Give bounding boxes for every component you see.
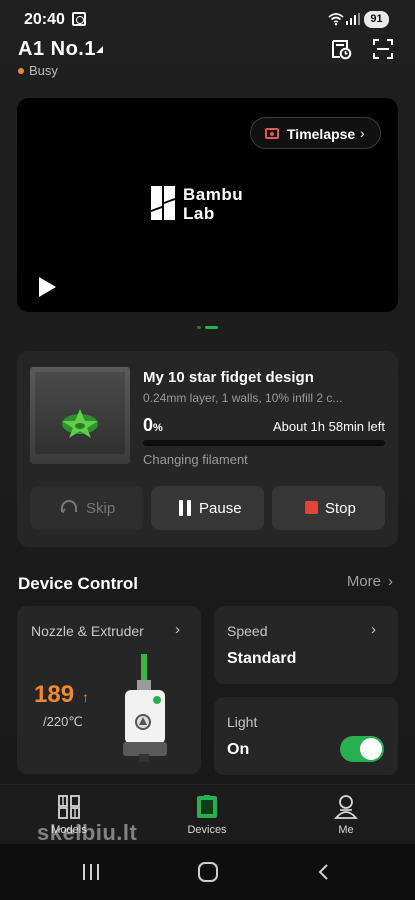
status-bar: 20:40 91 <box>0 0 415 38</box>
scan-icon[interactable] <box>372 38 394 60</box>
caret-down-icon[interactable] <box>96 46 103 53</box>
bambu-logo-icon <box>151 186 175 220</box>
nozzle-label: Nozzle & Extruder <box>31 623 144 639</box>
time-remaining: About 1h 58min left <box>272 419 385 434</box>
play-icon[interactable] <box>39 277 56 297</box>
stop-label: Stop <box>325 500 356 517</box>
nav-me[interactable]: Me <box>291 785 401 845</box>
timelapse-button[interactable]: Timelapse › <box>250 117 381 149</box>
light-tile: Light On <box>214 697 398 775</box>
skip-label: Skip <box>86 500 116 517</box>
light-value: On <box>227 741 250 758</box>
screen-record-icon <box>72 12 86 26</box>
progress-value: 0 <box>143 415 154 435</box>
profile-icon <box>334 795 358 819</box>
toggle-knob <box>360 738 382 760</box>
timelapse-label: Timelapse <box>287 126 356 142</box>
chevron-right-icon: › <box>371 621 376 638</box>
bambu-lab-logo: Bambu Lab <box>151 186 267 224</box>
chevron-right-icon: › <box>360 125 365 141</box>
nav-devices-label: Devices <box>187 824 227 836</box>
status-dot <box>18 68 24 74</box>
progress-bar <box>143 440 385 446</box>
progress-percent: 0% <box>143 415 163 436</box>
watermark: skelbiu.lt <box>37 820 138 845</box>
light-label: Light <box>227 714 258 730</box>
extruder-icon <box>123 654 167 762</box>
recents-icon[interactable] <box>83 864 103 880</box>
device-selector[interactable]: A1 No.1 <box>18 38 96 61</box>
model-preview-icon <box>62 409 98 438</box>
speed-value: Standard <box>227 650 297 667</box>
device-status: Busy <box>29 63 58 78</box>
pager-dot-active[interactable] <box>205 326 218 329</box>
chevron-right-icon: › <box>388 573 393 590</box>
nav-devices[interactable]: Devices <box>152 785 262 845</box>
job-title: My 10 star fidget design <box>143 369 314 386</box>
more-label: More <box>346 573 381 590</box>
chevron-right-icon: › <box>175 621 180 638</box>
battery-indicator: 91 <box>364 11 389 28</box>
pause-icon <box>179 500 192 516</box>
signal-icon <box>346 13 360 25</box>
devices-icon <box>197 795 217 818</box>
progress-unit: % <box>153 422 163 434</box>
speed-label: Speed <box>227 623 268 639</box>
skip-icon <box>60 500 77 514</box>
print-thumbnail <box>30 367 130 464</box>
pause-button[interactable]: Pause <box>151 486 264 530</box>
print-job-card: My 10 star fidget design 0.24mm layer, 1… <box>17 351 398 547</box>
heating-arrow-icon: ↑ <box>82 689 89 705</box>
video-camera-icon <box>265 128 279 139</box>
system-nav-bar <box>0 844 415 900</box>
nozzle-target-temp: /220℃ <box>43 714 83 729</box>
home-icon[interactable] <box>198 862 218 882</box>
status-time: 20:40 <box>24 11 65 28</box>
nozzle-extruder-tile[interactable]: Nozzle & Extruder › 189 ↑ /220℃ <box>17 606 201 774</box>
print-stage: Changing filament <box>143 452 248 467</box>
light-toggle[interactable] <box>340 736 384 762</box>
wifi-icon <box>328 13 344 26</box>
pause-label: Pause <box>199 500 242 517</box>
pager-dot[interactable] <box>197 326 201 329</box>
device-history-icon[interactable] <box>330 38 352 60</box>
logo-text-line1: Bambu <box>183 185 244 204</box>
stop-button[interactable]: Stop <box>272 486 385 530</box>
camera-view[interactable]: Timelapse › Bambu Lab <box>17 98 398 312</box>
job-details: 0.24mm layer, 1 walls, 10% infill 2 c... <box>143 391 343 405</box>
models-icon <box>58 795 80 819</box>
stop-icon <box>305 501 318 514</box>
device-control-title: Device Control <box>18 574 138 593</box>
nozzle-current-temp: 189 <box>34 681 75 708</box>
nav-me-label: Me <box>338 824 354 836</box>
back-icon[interactable] <box>317 864 329 880</box>
skip-button[interactable]: Skip <box>30 486 143 530</box>
logo-text-line2: Lab <box>183 204 215 223</box>
speed-tile[interactable]: Speed › Standard <box>214 606 398 684</box>
more-link[interactable]: More › <box>347 573 393 590</box>
